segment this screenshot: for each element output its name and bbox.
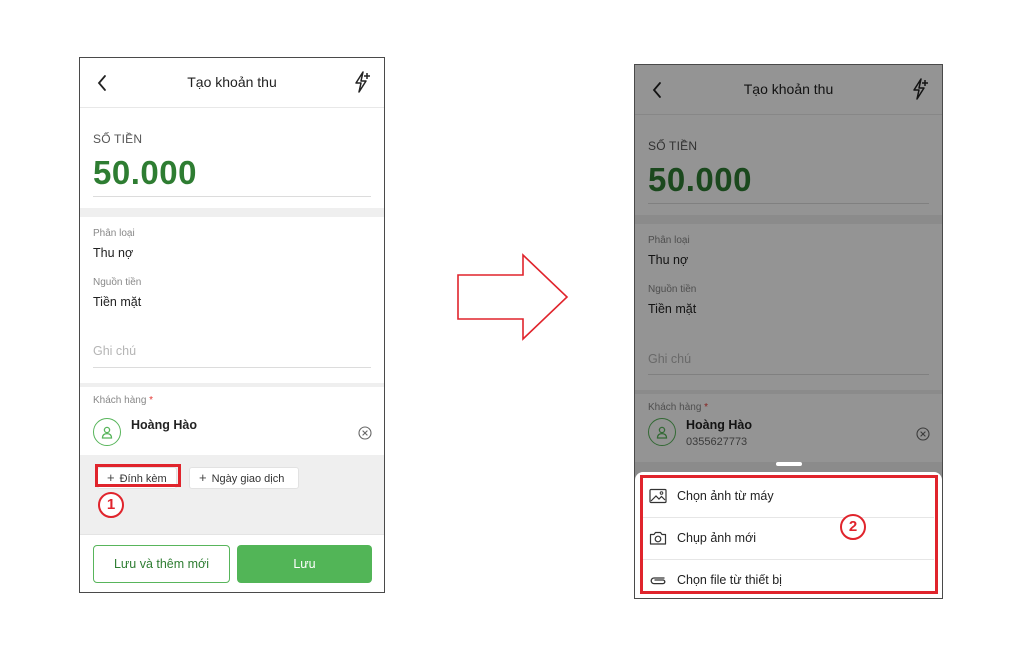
page-title: Tạo khoản thu	[187, 74, 277, 90]
amount-value[interactable]: 50.000	[93, 154, 197, 192]
customer-name: Hoàng Hào	[131, 418, 197, 432]
tutorial-canvas: Tạo khoản thu SỐ TIỀN 50.000 Phân loại T…	[0, 0, 1024, 645]
person-icon	[101, 426, 113, 439]
highlight-box-attach	[95, 464, 181, 487]
details-section: Phân loại Thu nợ Nguồn tiền Tiền mặt Ghi…	[80, 217, 384, 383]
plus-icon: +	[199, 470, 207, 485]
clear-customer-icon[interactable]	[358, 426, 372, 440]
source-value[interactable]: Tiền mặt	[93, 295, 141, 309]
customer-label: Khách hàng *	[93, 395, 154, 406]
footer-actions: Lưu và thêm mới Lưu	[80, 534, 384, 592]
amount-section: SỐ TIỀN 50.000	[80, 108, 384, 208]
source-label: Nguồn tiền	[93, 277, 142, 288]
amount-label: SỐ TIỀN	[93, 132, 143, 146]
category-label: Phân loại	[93, 228, 135, 239]
transaction-date-label: Ngày giao dịch	[211, 473, 285, 485]
step-marker-2: 2	[840, 514, 866, 540]
phone-screen-attach-sheet: Tạo khoản thu SỐ TIỀN 50.000 Phân loại T…	[634, 64, 943, 599]
avatar	[93, 418, 121, 446]
highlight-box-options	[640, 475, 938, 594]
app-header: Tạo khoản thu	[80, 58, 384, 108]
arrow-right-icon	[457, 253, 569, 341]
divider	[93, 367, 371, 368]
sheet-drag-handle[interactable]	[776, 462, 802, 466]
save-button[interactable]: Lưu	[237, 545, 372, 583]
customer-section: Khách hàng * Hoàng Hào	[80, 387, 384, 455]
note-input[interactable]: Ghi chú	[93, 344, 136, 358]
flash-add-icon[interactable]	[352, 70, 372, 94]
attachment-bottom-sheet: Chọn ảnh từ máy Chụp ảnh mới Chọn file t…	[635, 462, 942, 598]
save-and-new-button[interactable]: Lưu và thêm mới	[93, 545, 230, 583]
divider	[93, 196, 371, 197]
transaction-date-chip[interactable]: + Ngày giao dịch	[189, 467, 299, 489]
phone-screen-create-income: Tạo khoản thu SỐ TIỀN 50.000 Phân loại T…	[79, 57, 385, 593]
category-value[interactable]: Thu nợ	[93, 246, 133, 260]
step-marker-1: 1	[98, 492, 124, 518]
